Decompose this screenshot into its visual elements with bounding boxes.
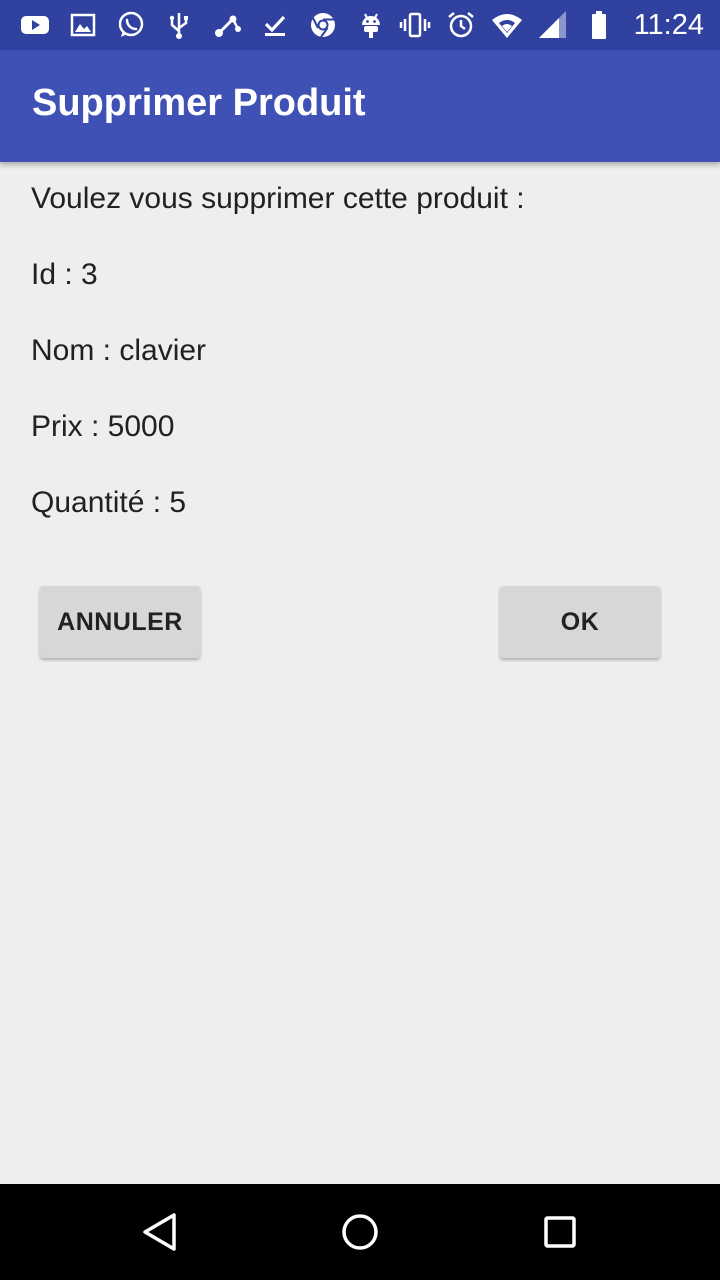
usb-icon <box>162 8 196 42</box>
cancel-button[interactable]: ANNULER <box>40 586 200 658</box>
status-bar: 11:24 <box>0 0 720 50</box>
page-title: Supprimer Produit <box>32 81 366 124</box>
youtube-icon <box>18 8 52 42</box>
navigation-bar <box>0 1184 720 1280</box>
android-icon <box>354 8 388 42</box>
battery-icon <box>582 8 616 42</box>
wifi-icon <box>490 8 524 42</box>
product-price: Prix : 5000 <box>31 410 175 443</box>
product-name: Nom : clavier <box>31 334 207 367</box>
cell-signal-icon <box>536 8 570 42</box>
back-icon[interactable] <box>136 1208 184 1256</box>
vibrate-icon <box>398 8 432 42</box>
product-quantity: Quantité : 5 <box>31 486 187 519</box>
download-done-icon <box>258 8 292 42</box>
system-icons: 11:24 <box>398 8 720 42</box>
whatsapp-icon <box>114 8 148 42</box>
product-id: Id : 3 <box>31 258 98 291</box>
alarm-icon <box>444 8 478 42</box>
recents-icon[interactable] <box>536 1208 584 1256</box>
confirm-question: Voulez vous supprimer cette produit : <box>31 182 525 215</box>
ok-button[interactable]: OK <box>500 586 660 658</box>
connection-icon <box>210 8 244 42</box>
gallery-icon <box>66 8 100 42</box>
status-time: 11:24 <box>633 8 704 41</box>
app-bar: Supprimer Produit <box>0 50 720 162</box>
notification-icons <box>0 8 388 42</box>
chrome-icon <box>306 8 340 42</box>
home-icon[interactable] <box>336 1208 384 1256</box>
